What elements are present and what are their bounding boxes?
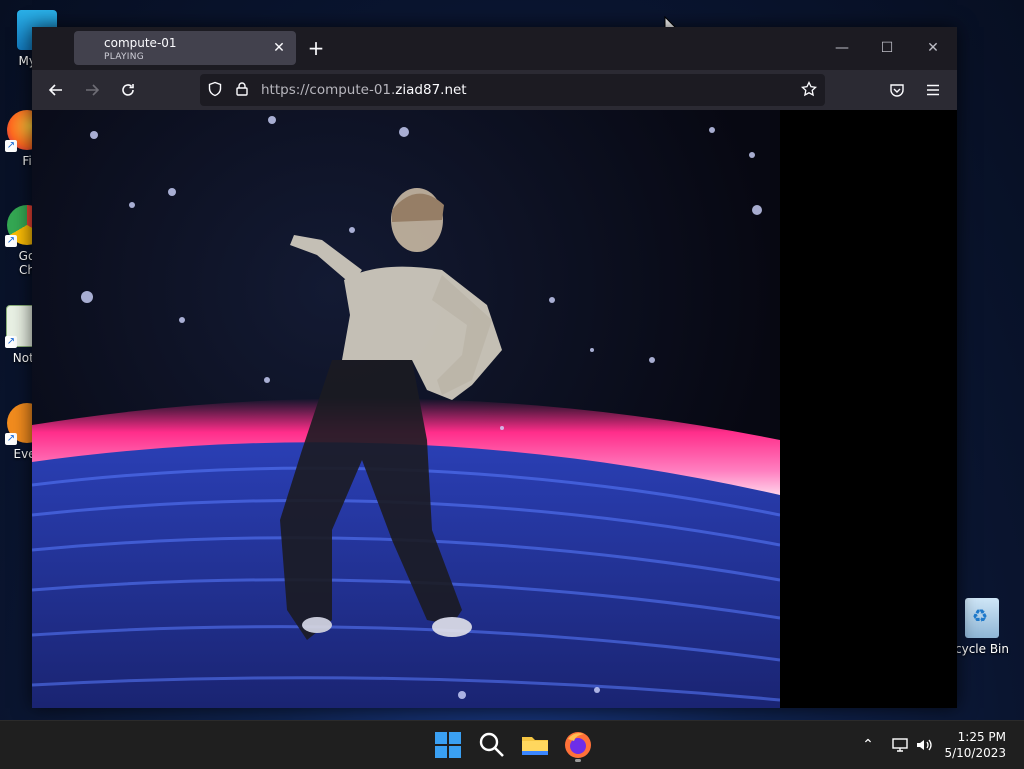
search-icon[interactable] (476, 729, 508, 761)
browser-window: compute-01 PLAYING ✕ + — ☐ ✕ https://com… (32, 27, 957, 708)
firefox-running-indicator (575, 759, 581, 762)
tab-playing-label: PLAYING (104, 52, 145, 62)
hamburger-menu-icon (927, 84, 939, 96)
clock-time: 1:25 PM (957, 730, 1006, 744)
bookmark-star-icon[interactable] (800, 80, 818, 99)
tab-bar: compute-01 PLAYING ✕ + — ☐ ✕ (32, 27, 957, 70)
back-button[interactable] (43, 77, 69, 103)
forward-button[interactable] (79, 77, 105, 103)
clock-date: 5/10/2023 (944, 746, 1006, 760)
page-content (32, 110, 957, 708)
back-arrow-icon (48, 84, 62, 96)
tab-compute-01[interactable]: compute-01 PLAYING ✕ (74, 31, 296, 65)
lock-icon[interactable] (233, 81, 251, 99)
taskbar: ⌃ 1:25 PM 5/10/2023 (0, 720, 1024, 769)
tab-close-icon[interactable]: ✕ (270, 39, 288, 57)
reload-icon (122, 84, 134, 96)
recycle-bin-icon: ♻ (965, 598, 999, 638)
volume-icon[interactable] (914, 735, 934, 755)
forward-arrow-icon (86, 84, 100, 96)
shortcut-arrow-icon: ↗ (5, 336, 17, 348)
maximize-button[interactable]: ☐ (872, 35, 902, 61)
url-text: https://compute-01.ziad87.net (261, 82, 467, 98)
minimize-button[interactable]: — (827, 35, 857, 61)
shortcut-arrow-icon: ↗ (5, 140, 17, 152)
show-hidden-icons-chevron-icon[interactable]: ⌃ (858, 735, 878, 755)
network-icon[interactable] (890, 735, 910, 755)
pocket-icon (890, 84, 904, 97)
file-explorer-icon[interactable] (519, 729, 551, 761)
tracking-protection-shield-icon[interactable] (206, 81, 224, 99)
shortcut-arrow-icon: ↗ (5, 433, 17, 445)
new-tab-button[interactable]: + (304, 36, 328, 60)
video-player[interactable] (32, 110, 780, 708)
navigation-toolbar: https://compute-01.ziad87.net (32, 70, 957, 110)
video-frame-dancer (32, 116, 780, 708)
tab-title: compute-01 (104, 36, 177, 50)
windows-start-icon[interactable] (432, 729, 464, 761)
shortcut-arrow-icon: ↗ (5, 235, 17, 247)
firefox-icon[interactable] (562, 729, 594, 761)
url-bar[interactable]: https://compute-01.ziad87.net (200, 74, 825, 106)
system-clock[interactable]: 1:25 PM 5/10/2023 (944, 729, 1006, 761)
reload-button[interactable] (115, 77, 141, 103)
pocket-button[interactable] (884, 77, 910, 103)
menu-button[interactable] (920, 77, 946, 103)
window-close-button[interactable]: ✕ (918, 35, 948, 61)
